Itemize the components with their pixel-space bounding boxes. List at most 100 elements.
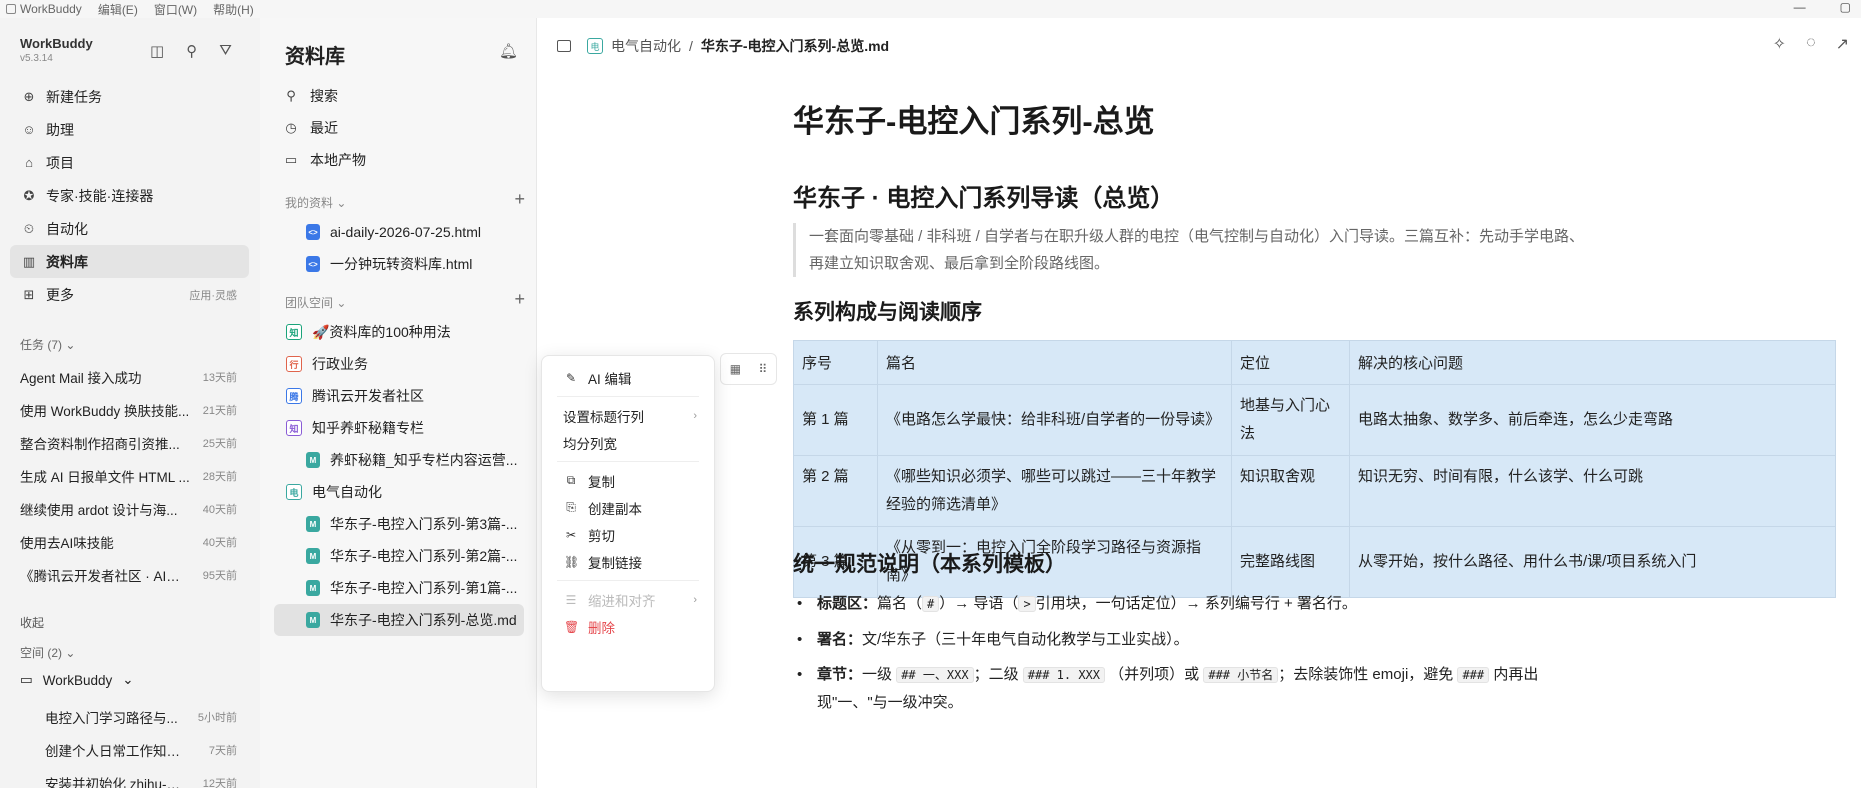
workspace-task[interactable]: 电控入门学习路径与... 5小时前 — [10, 700, 249, 733]
library-nav-local[interactable]: ▭ 本地产物 — [274, 144, 524, 176]
table-cell: 《哪些知识必须学、哪些可以跳过——三十年教学经验的筛选清单》 — [877, 455, 1232, 527]
app-menu[interactable]: WorkBuddy — [6, 2, 82, 16]
file-item[interactable]: M 华东子-电控入门系列-第2篇-... — [274, 540, 524, 572]
collapse-button[interactable]: 收起 — [20, 614, 44, 631]
app-name: WorkBuddy — [20, 36, 93, 51]
breadcrumb-space[interactable]: 电气自动化 — [611, 36, 681, 56]
menu-item-label: 复制 — [588, 474, 615, 490]
task-time: 13天前 — [202, 371, 237, 384]
menu-item-ai-edit[interactable]: ✎ AI 编辑 — [549, 364, 707, 391]
breadcrumb: 电 电气自动化 / 华东子-电控入门系列-总览.md — [557, 36, 889, 56]
team-space-item[interactable]: 知 🚀资料库的100种用法 — [274, 316, 524, 348]
team-space-section[interactable]: 团队空间 ⌄ + — [285, 289, 525, 311]
folder-icon: ▭ — [20, 672, 33, 687]
library-nav-recent[interactable]: ◷ 最近 — [274, 112, 524, 144]
table-icon[interactable]: ▦ — [730, 362, 741, 376]
file-item[interactable]: <> ai-daily-2026-07-25.html — [274, 216, 524, 248]
file-item[interactable]: M 华东子-电控入门系列-第3篇-... — [274, 508, 524, 540]
sidebar-item-project[interactable]: ⌂ 项目 — [10, 146, 249, 179]
more-extra: 应用·灵感 — [189, 289, 237, 302]
quote-line: 再建立知识取舍观、最后拿到全阶段路线图。 — [809, 255, 1110, 272]
file-name: ai-daily-2026-07-25.html — [330, 224, 481, 240]
document-title: 华东子-电控入门系列-总览 — [793, 104, 1155, 139]
file-item[interactable]: <> 一分钟玩转资料库.html — [274, 248, 524, 280]
task-item[interactable]: 《腾讯云开发者社区 · AI大... 95天前 — [10, 558, 249, 591]
space-icon: 腾 — [286, 388, 302, 404]
sidebar-item-label: 更多 — [46, 286, 74, 303]
team-space-item[interactable]: 行行政业务 — [274, 348, 524, 380]
menu-item-distribute-columns[interactable]: 均分列宽 — [549, 429, 707, 456]
table-cell: 第 2 篇 — [793, 455, 878, 527]
task-title: 生成 AI 日报单文件 HTML ... — [20, 469, 190, 485]
menu-help[interactable]: 帮助(H) — [213, 1, 254, 18]
share-icon[interactable]: ↗ — [1836, 34, 1849, 54]
team-space-item[interactable]: 知知乎养虾秘籍专栏 — [274, 412, 524, 444]
add-icon[interactable]: + — [514, 189, 525, 210]
library-nav-search[interactable]: ⚲ 搜索 — [274, 80, 524, 112]
search-icon[interactable]: ⚲ — [186, 42, 197, 60]
task-title: 电控入门学习路径与... — [45, 710, 178, 726]
team-space-item[interactable]: 电电气自动化 — [274, 476, 524, 508]
markdown-file-icon: M — [306, 548, 320, 564]
workspace-task[interactable]: 安装并初始化 zhihu-cl... 12天前 — [10, 766, 249, 788]
table-header: 篇名 — [877, 340, 1232, 385]
workspace-task[interactable]: 创建个人日常工作知识库 7天前 — [10, 733, 249, 766]
table-header: 解决的核心问题 — [1349, 340, 1836, 385]
drag-handle-icon[interactable]: ⠿ — [758, 362, 767, 376]
file-item[interactable]: M 养虾秘籍_知乎专栏内容运营... — [274, 444, 524, 476]
task-title: 整合资料制作招商引资推... — [20, 436, 180, 452]
task-item[interactable]: 整合资料制作招商引资推... 25天前 — [10, 426, 249, 459]
tasks-section-title[interactable]: 任务 (7) ⌄ — [20, 336, 75, 353]
file-name: 腾讯云开发者社区 — [312, 388, 424, 404]
sidebar-item-new-task[interactable]: ⊕ 新建任务 — [10, 80, 249, 113]
bullet-text: 文/华东子（三十年电气自动化教学与工业实战）。 — [862, 631, 1189, 648]
task-title: 使用去AI味技能 — [20, 535, 114, 551]
spaces-title-label: 空间 (2) — [20, 646, 63, 660]
task-item[interactable]: Agent Mail 接入成功 13天前 — [10, 360, 249, 393]
menu-item-copy-link[interactable]: ⛓ 复制链接 — [549, 548, 707, 575]
sparkle-icon[interactable]: ✧ — [1773, 34, 1786, 54]
filter-icon[interactable]: ⛛ — [219, 42, 232, 60]
team-space-item[interactable]: 腾腾讯云开发者社区 — [274, 380, 524, 412]
file-item-active[interactable]: M 华东子-电控入门系列-总览.md — [274, 604, 524, 636]
menu-item-header-rows[interactable]: 设置标题行列 › — [549, 402, 707, 429]
chevron-right-icon: › — [693, 409, 697, 422]
sidebar-item-automation[interactable]: ⏲ 自动化 — [10, 212, 249, 245]
comment-icon[interactable]: ◌ — [1806, 34, 1816, 54]
bullet-text: ；二级 — [973, 666, 1019, 683]
indent-icon: ☰ — [565, 592, 577, 607]
file-item[interactable]: M 华东子-电控入门系列-第1篇-... — [274, 572, 524, 604]
menu-item-copy[interactable]: ⧉ 复制 — [549, 467, 707, 494]
menu-item-duplicate[interactable]: ⎘ 创建副本 — [549, 494, 707, 521]
sidebar-item-library[interactable]: ▥ 资料库 — [10, 245, 249, 278]
sidebar-item-expert[interactable]: ✪ 专家·技能·连接器 — [10, 179, 249, 212]
minimize-icon[interactable]: — — [1794, 0, 1806, 14]
task-item[interactable]: 生成 AI 日报单文件 HTML ... 28天前 — [10, 459, 249, 492]
menu-window[interactable]: 窗口(W) — [154, 1, 197, 18]
add-icon[interactable]: + — [514, 289, 525, 310]
new-task-icon: ⊕ — [23, 88, 35, 104]
file-name: 电气自动化 — [312, 484, 382, 500]
space-icon: 行 — [286, 356, 302, 372]
expert-icon: ✪ — [23, 187, 35, 203]
menu-edit[interactable]: 编辑(E) — [98, 1, 138, 18]
quote-line: 一套面向零基础 / 非科班 / 自学者与在职升级人群的电控（电气控制与自动化）入… — [809, 228, 1585, 245]
table-cell: 第 1 篇 — [793, 384, 878, 456]
workspace-item[interactable]: ▭ WorkBuddy ⌄ — [20, 672, 134, 688]
sidebar-item-assistant[interactable]: ☺ 助理 — [10, 113, 249, 146]
toggle-sidebar-icon[interactable]: ◫ — [150, 42, 164, 60]
bell-icon[interactable]: 🔔︎ — [499, 42, 518, 60]
task-item[interactable]: 继续使用 ardot 设计与海... 40天前 — [10, 492, 249, 525]
sidebar-item-more[interactable]: ⊞ 更多 应用·灵感 — [10, 278, 249, 311]
more-icon: ⊞ — [23, 286, 35, 302]
task-item[interactable]: 使用 WorkBuddy 换肤技能... 21天前 — [10, 393, 249, 426]
spaces-section-title[interactable]: 空间 (2) ⌄ — [20, 644, 75, 661]
menu-item-cut[interactable]: ✂ 剪切 — [549, 521, 707, 548]
menu-item-delete[interactable]: 🗑︎ 删除 — [549, 613, 707, 640]
maximize-icon[interactable]: ▢ — [1840, 0, 1851, 14]
my-files-section[interactable]: 我的资料 ⌄ + — [285, 189, 525, 211]
task-item[interactable]: 使用去AI味技能 40天前 — [10, 525, 249, 558]
trash-icon: 🗑︎ — [564, 619, 580, 634]
chevron-down-icon: ⌄ — [336, 196, 347, 210]
toggle-panel-icon[interactable] — [557, 40, 571, 52]
